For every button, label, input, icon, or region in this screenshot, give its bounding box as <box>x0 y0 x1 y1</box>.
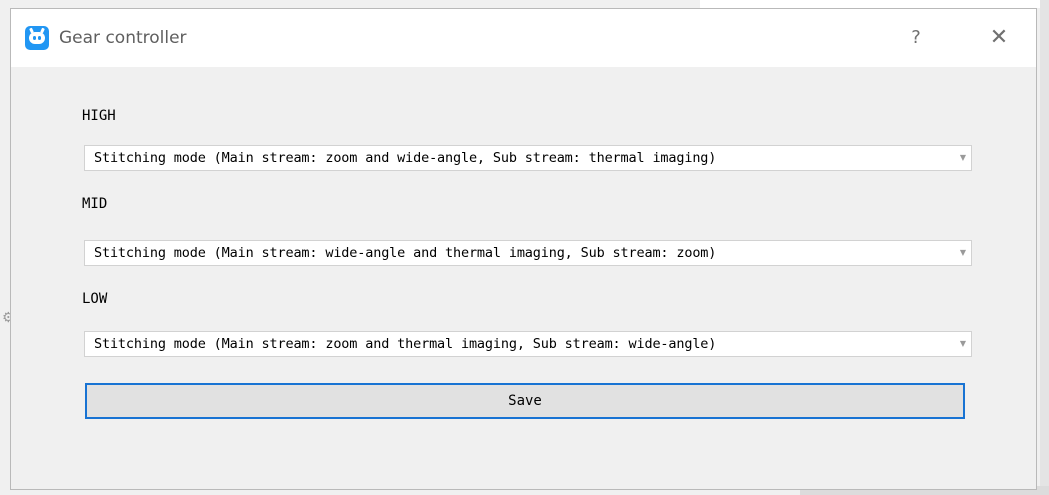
gear-controller-dialog: Gear controller ? ✕ HIGH Stitching mode … <box>10 8 1037 490</box>
close-button[interactable]: ✕ <box>983 23 1015 53</box>
background-window-strip <box>700 0 1049 8</box>
help-button[interactable]: ? <box>901 23 931 53</box>
dropdown-arrow-icon[interactable]: ▼ <box>958 241 968 265</box>
high-mode-select[interactable]: Stitching mode (Main stream: zoom and wi… <box>84 145 972 171</box>
dropdown-arrow-icon[interactable]: ▼ <box>958 146 968 170</box>
dropdown-arrow-icon[interactable]: ▼ <box>958 332 968 356</box>
background-window-edge <box>1040 0 1049 495</box>
app-robot-icon <box>25 26 49 50</box>
low-mode-select[interactable]: Stitching mode (Main stream: zoom and th… <box>84 331 972 357</box>
mid-mode-value: Stitching mode (Main stream: wide-angle … <box>94 245 717 261</box>
mid-mode-select[interactable]: Stitching mode (Main stream: wide-angle … <box>84 240 972 266</box>
high-mode-value: Stitching mode (Main stream: zoom and wi… <box>94 150 717 166</box>
save-button[interactable]: Save <box>85 383 965 419</box>
low-label: LOW <box>82 291 108 307</box>
high-label: HIGH <box>82 108 116 124</box>
window-title: Gear controller <box>59 28 187 48</box>
mid-label: MID <box>82 196 108 212</box>
title-bar[interactable]: Gear controller ? ✕ <box>11 9 1036 67</box>
low-mode-value: Stitching mode (Main stream: zoom and th… <box>94 336 717 352</box>
desktop: ⚙ Gear controller ? ✕ HIGH Stitching mod… <box>0 0 1049 495</box>
